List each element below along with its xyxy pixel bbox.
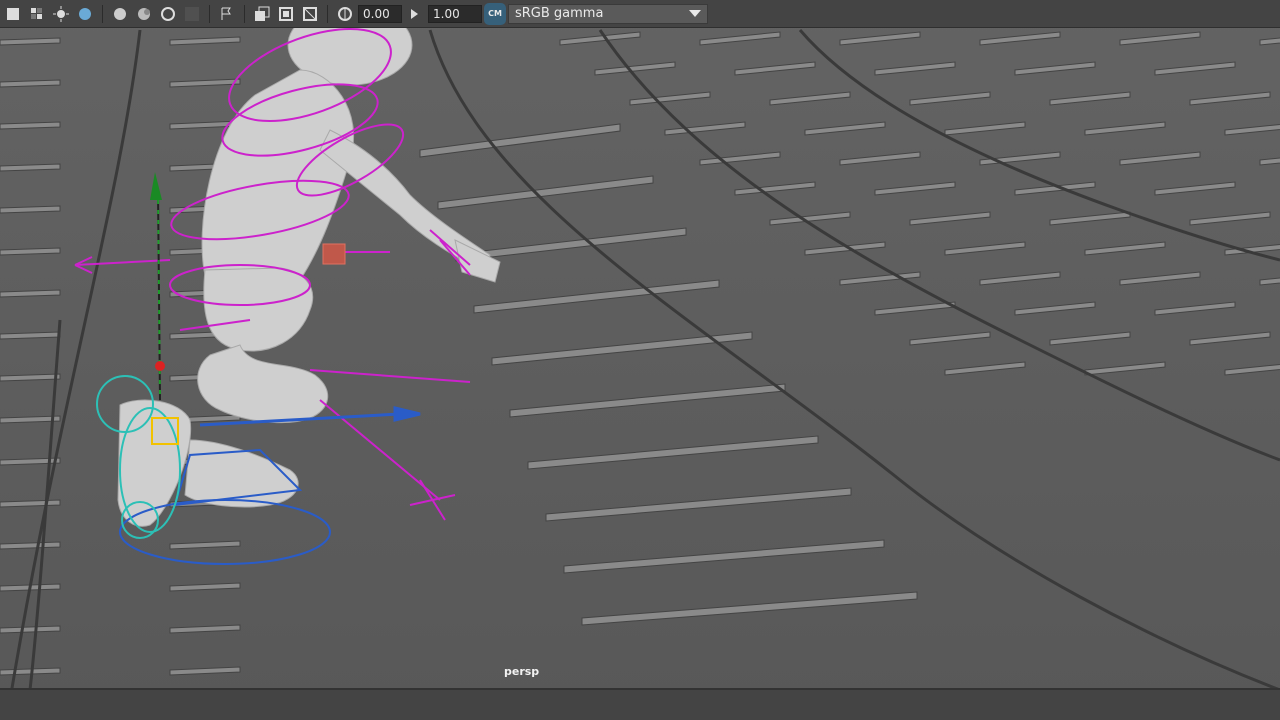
floor-surface	[0, 0, 1280, 720]
viewport-toolbar: 0.00 1.00 CM sRGB gamma	[0, 0, 1280, 28]
gamma-field[interactable]: 1.00	[428, 4, 482, 23]
toolbar-divider	[209, 4, 210, 23]
toolbar-divider	[244, 4, 245, 23]
ambient-occlusion-icon[interactable]	[109, 3, 131, 25]
shadows-icon[interactable]	[74, 3, 96, 25]
toolbar-divider	[102, 4, 103, 23]
use-all-lights-icon[interactable]	[50, 3, 72, 25]
chevron-down-icon	[689, 10, 701, 17]
motion-blur-icon[interactable]	[133, 3, 155, 25]
xray-joints-icon[interactable]	[299, 3, 321, 25]
color-space-label: sRGB gamma	[515, 6, 604, 21]
xray-active-components-icon[interactable]	[275, 3, 297, 25]
toolbar-divider	[327, 4, 328, 23]
color-space-dropdown[interactable]: sRGB gamma	[508, 3, 708, 24]
scene-canvas[interactable]	[0, 0, 1280, 720]
textured-icon[interactable]	[26, 3, 48, 25]
exposure-field[interactable]: 0.00	[358, 4, 402, 23]
color-management-icon[interactable]: CM	[484, 2, 506, 25]
exposure-icon[interactable]	[334, 3, 356, 25]
isolate-select-icon[interactable]	[216, 3, 238, 25]
wireframe-shaded-icon[interactable]	[2, 3, 24, 25]
3d-viewport[interactable]: 0.00 1.00 CM sRGB gamma persp	[0, 0, 1280, 720]
red-control[interactable]	[322, 243, 346, 265]
gamma-icon[interactable]	[404, 3, 426, 25]
xray-icon[interactable]	[251, 3, 273, 25]
depth-of-field-icon[interactable]	[181, 3, 203, 25]
camera-label: persp	[504, 665, 540, 678]
anti-aliasing-icon[interactable]	[157, 3, 179, 25]
bottom-panel-bar	[0, 688, 1280, 720]
